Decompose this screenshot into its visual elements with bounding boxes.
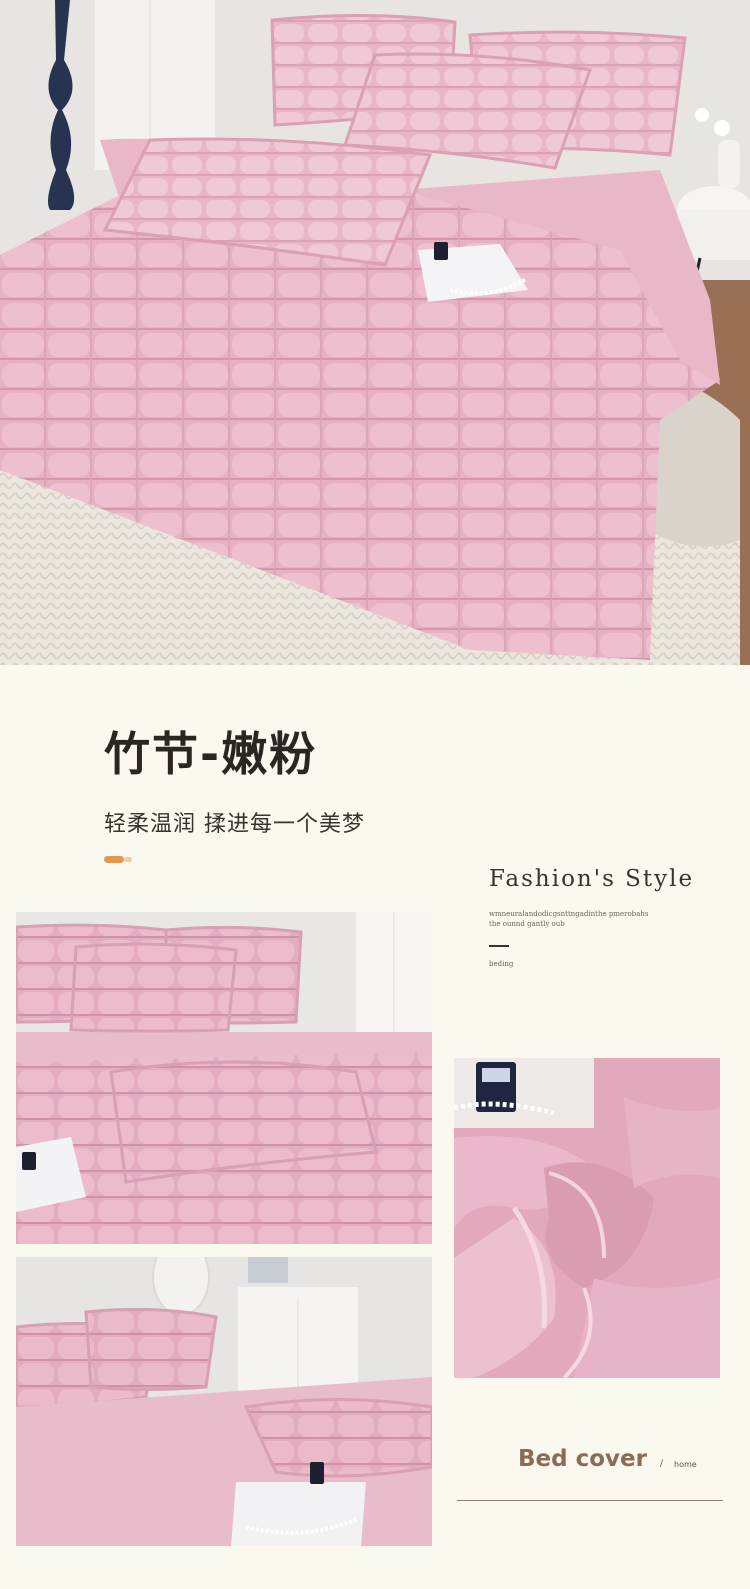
fashion-style-heading: Fashion's Style: [489, 866, 695, 892]
fashion-tag: beding: [489, 960, 514, 968]
hero-photo-art: [0, 0, 750, 665]
hero-bedding-photo: [0, 0, 750, 665]
product-title: 竹节-嫩粉: [104, 727, 318, 781]
bed-cover-label: Bed cover: [518, 1446, 647, 1472]
bed-pillows-photo-art: [16, 912, 432, 1244]
home-link[interactable]: home: [674, 1460, 697, 1469]
fabric-detail-photo-art: [454, 1058, 720, 1378]
breadcrumb-separator: /: [660, 1459, 664, 1469]
bedroom-cabinet-photo-art: [16, 1257, 432, 1546]
fabric-detail-photo: [454, 1058, 720, 1378]
bottom-divider: [457, 1500, 723, 1501]
accent-bar: [104, 856, 124, 863]
accent-decoration: [104, 856, 132, 863]
fashion-style-body: wmneuralandodicgsnttngadinthe pmerobahs …: [489, 910, 649, 928]
fashion-divider: [489, 945, 509, 947]
product-subtitle: 轻柔温润 揉进每一个美梦: [104, 812, 365, 837]
accent-dot: [124, 857, 132, 862]
bed-pillows-photo: [16, 912, 432, 1244]
bedroom-cabinet-photo: [16, 1257, 432, 1546]
